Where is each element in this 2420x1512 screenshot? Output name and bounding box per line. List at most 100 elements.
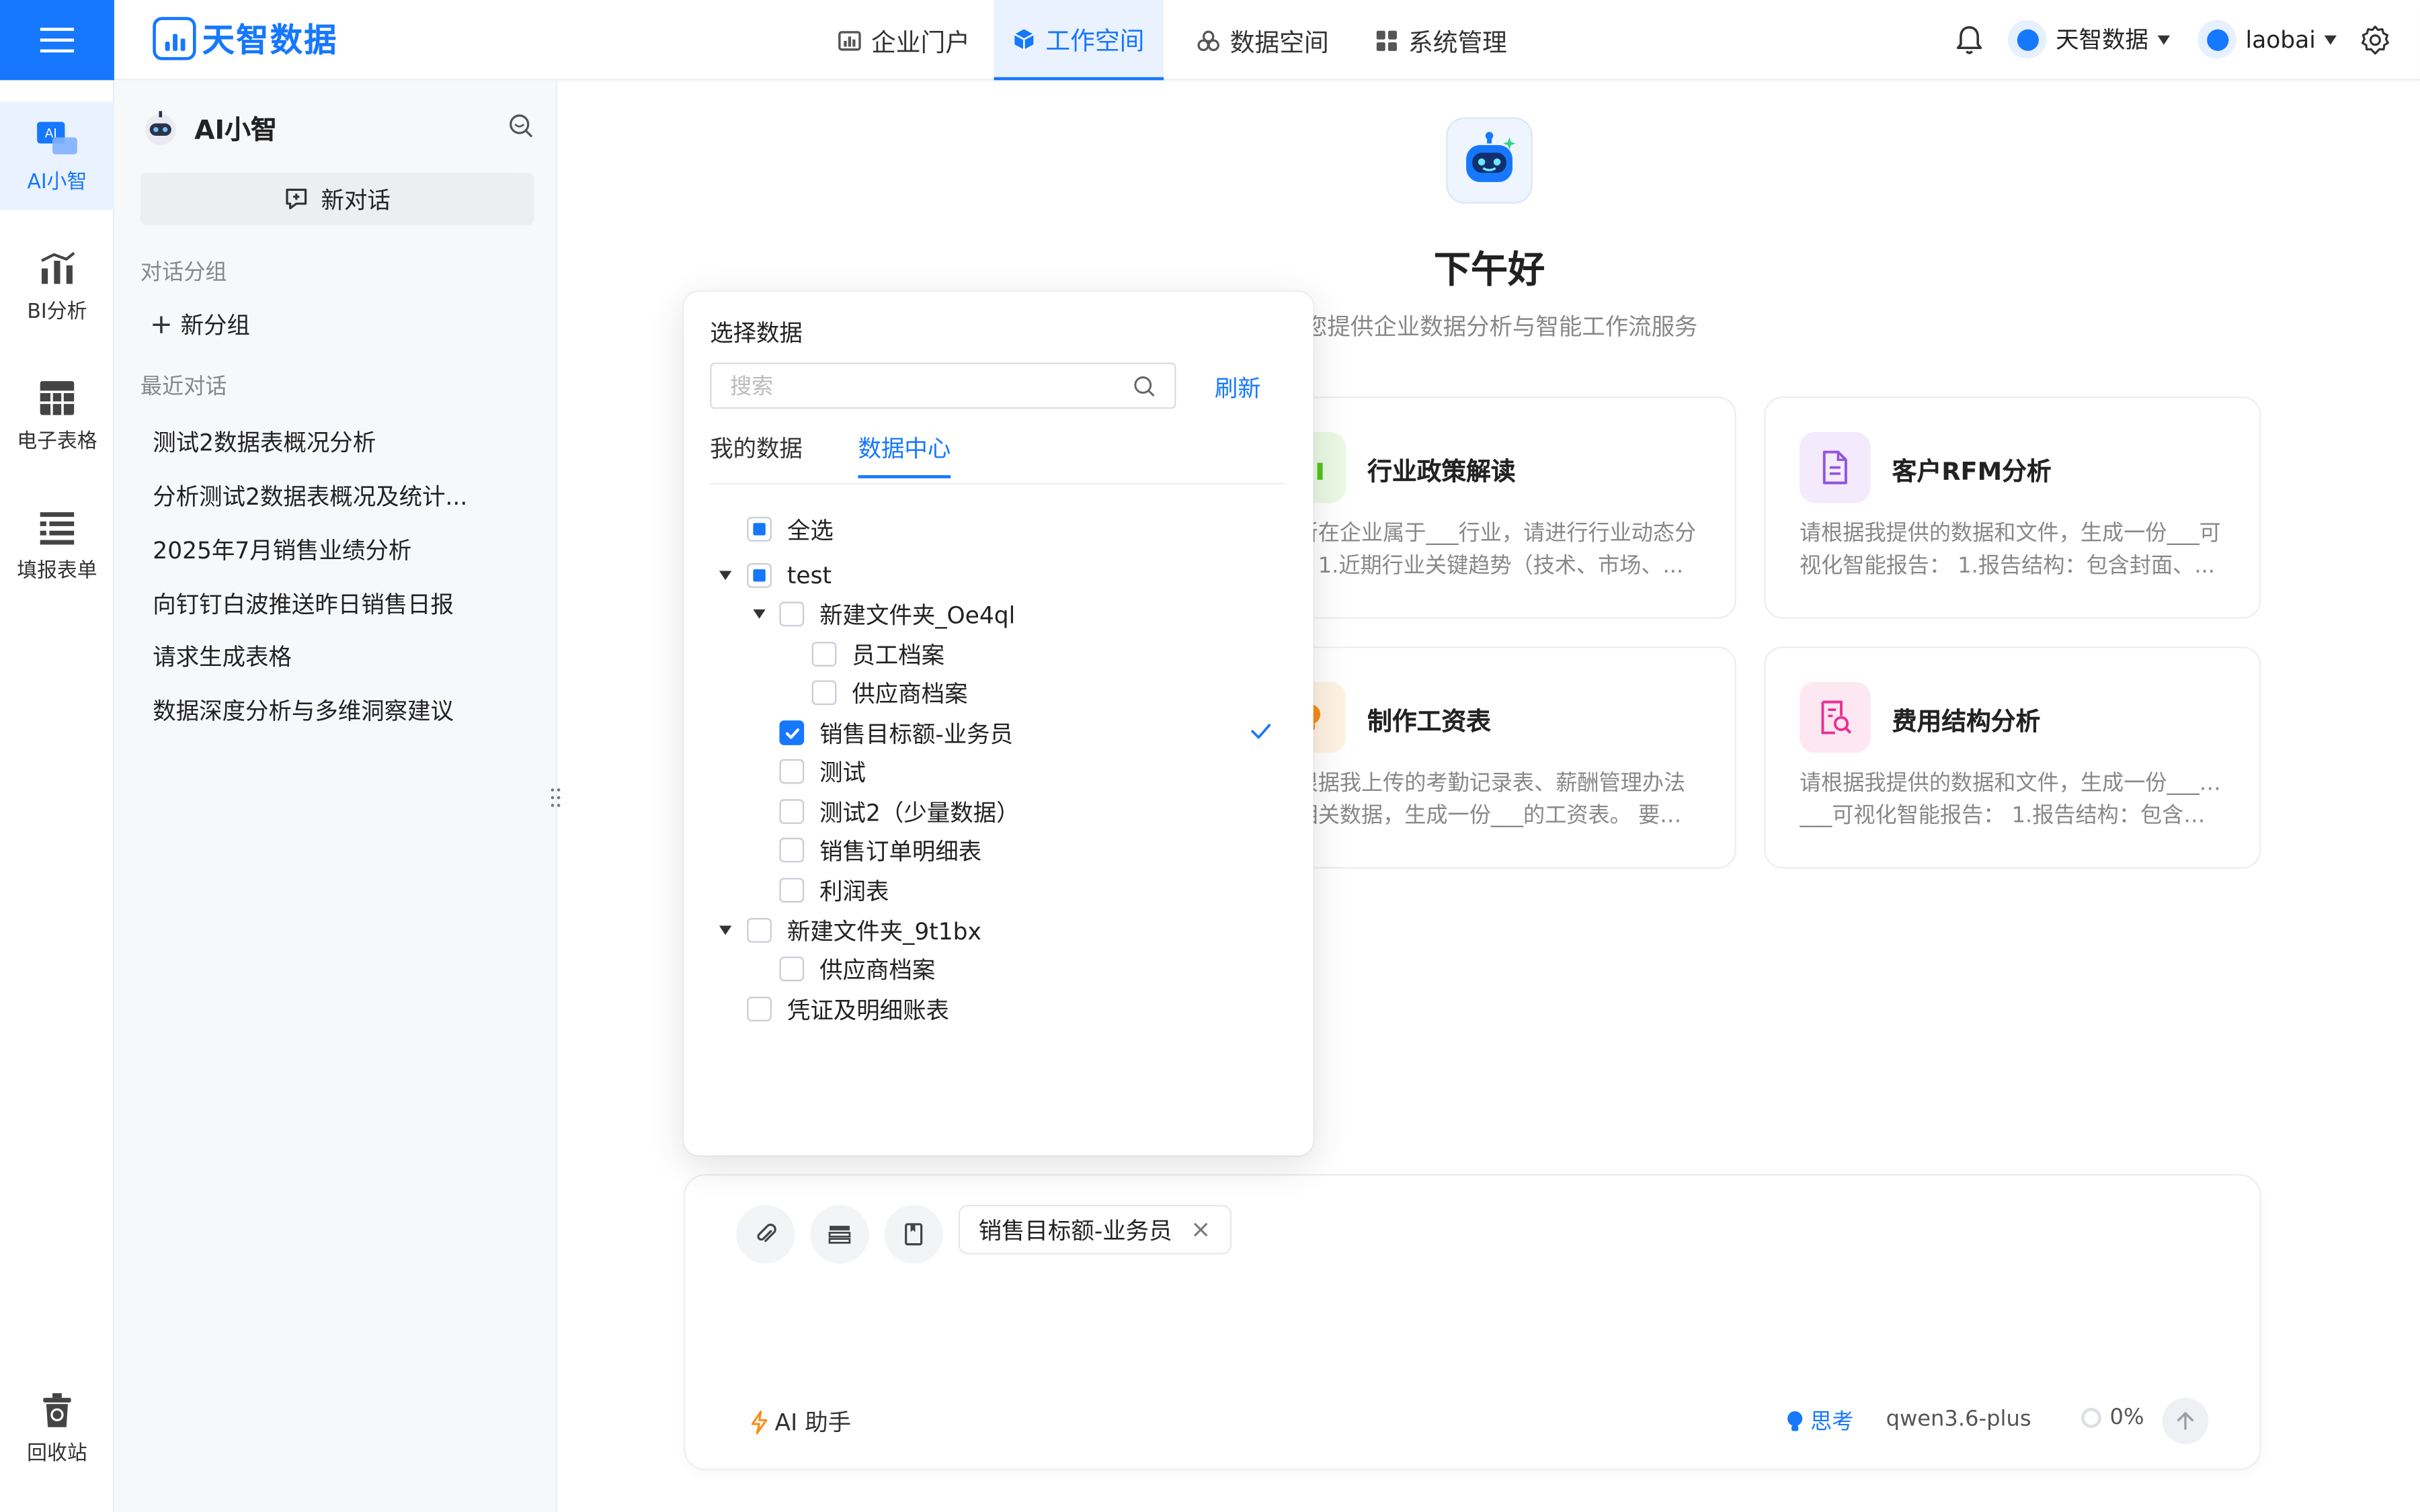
caret-down-icon[interactable] <box>753 609 766 619</box>
tree-row-table[interactable]: 凭证及明细账表 <box>747 992 949 1026</box>
document-icon <box>1800 431 1871 503</box>
resize-handle-icon[interactable] <box>549 786 561 810</box>
card-title: 费用结构分析 <box>1892 706 2041 737</box>
think-label: 思考 <box>1810 1410 1854 1435</box>
checkbox[interactable] <box>779 956 805 982</box>
checkbox[interactable] <box>779 759 805 784</box>
picker-title: 选择数据 <box>710 319 803 347</box>
ai-assistant-toggle[interactable]: AI 助手 <box>750 1406 851 1438</box>
card-desc-line: 请根据我提供的数据和文件，生成一份___可 <box>1800 521 2221 546</box>
bulb-icon <box>1787 1410 1803 1431</box>
tree-row-table[interactable]: 供应商档案 <box>779 952 935 986</box>
tree-label: 销售订单明细表 <box>819 837 982 865</box>
card-desc-line: ___可视化智能报告： 1.报告结构：包含封... <box>1800 804 2226 829</box>
nav-label: 数据空间 <box>1229 28 1329 57</box>
tree-label: 测试2（少量数据） <box>819 798 1020 827</box>
new-group-button[interactable]: 新分组 <box>151 308 250 341</box>
checkbox-partial[interactable] <box>747 563 772 588</box>
nav-data-space[interactable]: 数据空间 <box>1188 0 1336 80</box>
logo-icon <box>153 17 196 60</box>
cube-icon <box>1014 28 1035 49</box>
checkbox[interactable] <box>747 918 772 943</box>
tree-label: 员工档案 <box>852 640 945 669</box>
close-icon[interactable] <box>1194 1222 1209 1237</box>
nav-label: 系统管理 <box>1408 28 1507 57</box>
knowledge-button[interactable] <box>884 1205 943 1264</box>
tree-row-folder[interactable]: 新建文件夹_Oe4ql <box>779 597 1015 632</box>
caret-down-icon[interactable] <box>719 571 732 581</box>
prompt-card-expense-structure[interactable]: 费用结构分析 请根据我提供的数据和文件，生成一份___ 的 ___可视化智能报告… <box>1764 646 2261 869</box>
checkbox[interactable] <box>811 642 837 667</box>
checkbox-partial[interactable] <box>747 517 772 542</box>
rail-item-bi[interactable]: BI分析 <box>0 231 114 339</box>
rail-item-recycle-bin[interactable]: 回收站 <box>0 1373 114 1481</box>
panel-title: AI小智 <box>142 108 277 146</box>
tree-row-table-selected[interactable]: 销售目标额-业务员 <box>779 716 1013 750</box>
rail-item-ai[interactable]: AI AI小智 <box>0 101 114 210</box>
nav-system-management[interactable]: 系统管理 <box>1367 0 1515 80</box>
send-button[interactable] <box>2162 1398 2209 1444</box>
selected-data-chip: 销售目标额-业务员 <box>958 1205 1233 1255</box>
spreadsheet-icon <box>40 380 75 415</box>
nav-enterprise-portal[interactable]: 企业门户 <box>830 0 978 80</box>
menu-button[interactable] <box>0 0 114 81</box>
search-icon <box>1134 375 1155 396</box>
tree-row-table[interactable]: 供应商档案 <box>811 676 968 710</box>
tree-row-select-all[interactable]: 全选 <box>747 512 834 546</box>
checkbox[interactable] <box>747 997 772 1021</box>
caret-down-icon[interactable] <box>719 925 732 935</box>
recent-label: 最近对话 <box>140 374 227 400</box>
checkbox[interactable] <box>811 680 837 706</box>
refresh-link[interactable]: 刷新 <box>1215 372 1261 404</box>
tree-row-table[interactable]: 销售订单明细表 <box>779 833 981 868</box>
recent-chat-item[interactable]: 数据深度分析与多维洞察建议 <box>153 694 492 726</box>
org-switcher[interactable]: 天智数据 <box>2007 19 2171 59</box>
new-chat-button[interactable]: 新对话 <box>140 173 534 226</box>
attach-button[interactable] <box>736 1205 795 1264</box>
recent-chat-item[interactable]: 分析测试2数据表概况及统计... <box>153 480 492 512</box>
rail-item-spreadsheet[interactable]: 电子表格 <box>0 361 114 469</box>
tab-data-center[interactable]: 数据中心 <box>858 432 951 478</box>
model-selector[interactable]: qwen3.6-plus <box>1886 1407 2031 1432</box>
recent-chat-item[interactable]: 请求生成表格 <box>153 640 492 673</box>
prompt-card-customer-rfm[interactable]: 客户RFM分析 请根据我提供的数据和文件，生成一份___可 视化智能报告： 1.… <box>1764 396 2261 619</box>
tree-row-folder[interactable]: test <box>747 558 832 593</box>
checkbox[interactable] <box>779 837 805 863</box>
nav-workspace[interactable]: 工作空间 <box>994 0 1164 81</box>
checkbox-checked[interactable] <box>779 720 805 745</box>
notification-bell-icon[interactable] <box>1952 23 1986 57</box>
panel-title-text: AI小智 <box>194 116 278 147</box>
tree-row-table[interactable]: 员工档案 <box>811 637 945 671</box>
recent-chat-item[interactable]: 2025年7月销售业绩分析 <box>153 534 492 566</box>
checkbox[interactable] <box>779 799 805 825</box>
tree-row-table[interactable]: 利润表 <box>779 873 889 907</box>
tree-row-table[interactable]: 测试 <box>779 755 866 789</box>
settings-gear-icon[interactable] <box>2358 23 2392 57</box>
robot-avatar-icon <box>145 110 176 144</box>
user-menu[interactable]: laobai <box>2197 19 2337 59</box>
assistant-label: AI 助手 <box>774 1409 852 1437</box>
tree-row-folder[interactable]: 新建文件夹_9t1bx <box>747 913 981 948</box>
checkbox[interactable] <box>779 601 805 627</box>
think-toggle[interactable]: 思考 <box>1785 1406 1853 1437</box>
prompt-card-payroll[interactable]: 制作工资表 请根据我上传的考勤记录表、薪酬管理办法 等相关数据，生成一份___的… <box>1239 646 1736 869</box>
rail-label: 电子表格 <box>17 429 97 453</box>
recent-chat-item[interactable]: 测试2数据表概况分析 <box>153 426 492 458</box>
prompt-card-industry-policy[interactable]: 行业政策解读 我所在企业属于___行业，请进行行业动态分 析：1.近期行业关键趋… <box>1239 396 1736 619</box>
recent-chat-item[interactable]: 向钉钉白波推送昨日销售日报 <box>153 588 492 620</box>
database-table-icon <box>828 1226 851 1244</box>
search-icon[interactable] <box>508 113 534 139</box>
tree-label: 新建文件夹_Oe4ql <box>819 601 1016 629</box>
picker-search-input[interactable]: 搜索 <box>710 362 1176 409</box>
select-data-button[interactable] <box>810 1205 869 1264</box>
nav-label: 工作空间 <box>1045 26 1145 56</box>
rail-item-form[interactable]: 填报表单 <box>0 491 114 599</box>
ai-assistant-icon: AI <box>37 121 77 154</box>
tab-my-data[interactable]: 我的数据 <box>710 432 803 464</box>
checkbox[interactable] <box>779 878 805 903</box>
card-description: 请根据我上传的考勤记录表、薪酬管理办法 等相关数据，生成一份___的工资表。 要… <box>1275 768 1701 833</box>
checkmark-icon <box>784 727 799 739</box>
tree-row-table[interactable]: 测试2（少量数据） <box>779 794 1020 829</box>
tree-label: 供应商档案 <box>819 956 936 984</box>
brand-logo[interactable]: 天智数据 <box>153 15 338 62</box>
